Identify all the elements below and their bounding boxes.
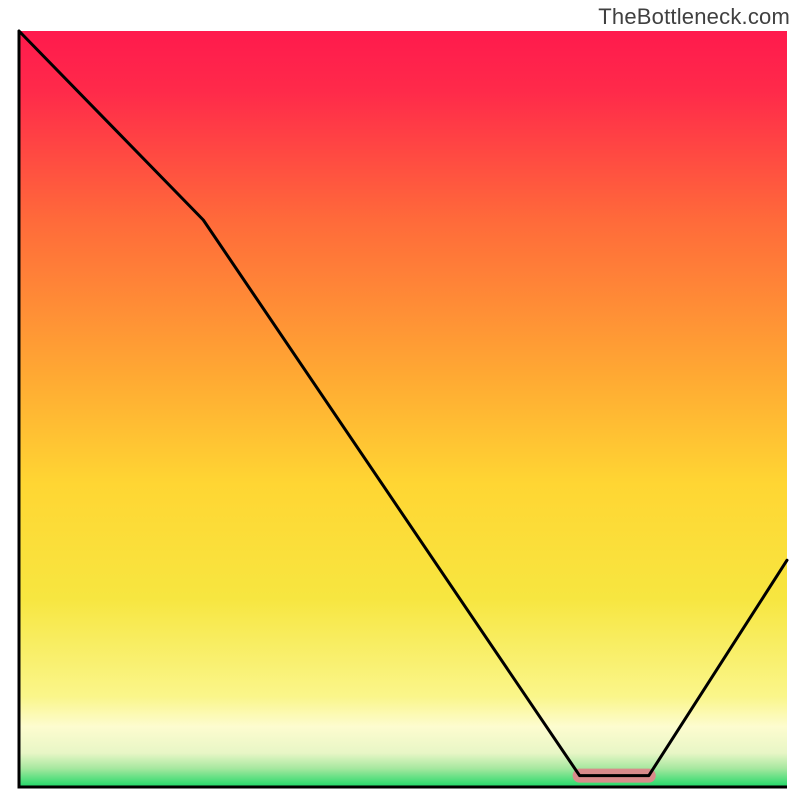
chart-background [19,31,787,787]
bottleneck-chart [0,0,800,800]
chart-container: TheBottleneck.com [0,0,800,800]
watermark-text: TheBottleneck.com [598,4,790,30]
